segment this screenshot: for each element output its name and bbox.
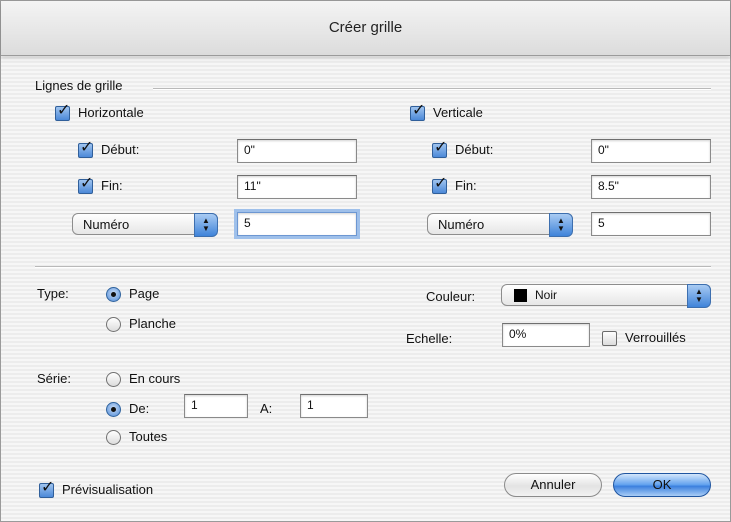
checkmark-icon: ✓ xyxy=(57,100,71,119)
horizontal-start-field[interactable]: 0" xyxy=(237,139,357,163)
series-current-radio[interactable] xyxy=(106,372,121,387)
series-all-radio[interactable] xyxy=(106,430,121,445)
cancel-button[interactable]: Annuler xyxy=(504,473,602,497)
horizontal-label: Horizontale xyxy=(78,105,144,120)
preview-label: Prévisualisation xyxy=(62,482,154,497)
vertical-label: Verticale xyxy=(433,105,483,120)
vertical-start-checkbox[interactable]: ✓ xyxy=(432,139,447,158)
preview-checkbox[interactable]: ✓ xyxy=(39,479,54,498)
popup-arrows-icon: ▲ ▼ xyxy=(194,213,218,237)
vertical-mode-select[interactable]: Numéro ▲ ▼ xyxy=(427,213,573,237)
series-current-label: En cours xyxy=(129,371,181,386)
vertical-start-label: Début: xyxy=(455,142,494,157)
grid-lines-section-label: Lignes de grille xyxy=(35,78,123,93)
type-spread-label: Planche xyxy=(129,316,176,331)
type-label: Type: xyxy=(37,286,69,301)
horizontal-end-field[interactable]: 11" xyxy=(237,175,357,199)
locked-label: Verrouillés xyxy=(625,330,686,345)
type-page-radio[interactable] xyxy=(106,287,121,302)
popup-arrows-icon: ▲ ▼ xyxy=(549,213,573,237)
type-spread-radio[interactable] xyxy=(106,317,121,332)
vertical-checkbox[interactable]: ✓ xyxy=(410,102,425,121)
title-bar: Créer grille xyxy=(1,1,730,56)
series-to-label: A: xyxy=(260,401,273,416)
middle-separator xyxy=(35,266,711,268)
scale-field[interactable]: 0% xyxy=(502,323,590,347)
checkmark-icon: ✓ xyxy=(434,173,448,192)
vertical-end-label: Fin: xyxy=(455,178,477,193)
type-page-label: Page xyxy=(129,286,160,301)
series-all-label: Toutes xyxy=(129,429,168,444)
vertical-start-field[interactable]: 0" xyxy=(591,139,711,163)
series-from-field[interactable]: 1 xyxy=(184,394,248,418)
horizontal-mode-select-value: Numéro xyxy=(83,217,130,232)
checkmark-icon: ✓ xyxy=(412,100,426,119)
color-label: Couleur: xyxy=(426,289,476,304)
series-to-field[interactable]: 1 xyxy=(300,394,368,418)
locked-checkbox[interactable] xyxy=(602,331,617,346)
vertical-end-field[interactable]: 8.5" xyxy=(591,175,711,199)
ok-button[interactable]: OK xyxy=(613,473,711,497)
vertical-mode-select-value: Numéro xyxy=(438,217,485,232)
vertical-count-field[interactable]: 5 xyxy=(591,212,711,236)
vertical-end-checkbox[interactable]: ✓ xyxy=(432,175,447,194)
horizontal-mode-select[interactable]: Numéro ▲ ▼ xyxy=(72,213,218,237)
checkmark-icon: ✓ xyxy=(80,173,94,192)
series-from-label: De: xyxy=(129,401,150,416)
horizontal-end-label: Fin: xyxy=(101,178,123,193)
color-swatch xyxy=(514,289,527,302)
checkmark-icon: ✓ xyxy=(434,137,448,156)
color-select[interactable]: Noir ▲ ▼ xyxy=(501,284,711,308)
create-grid-dialog: Créer grille Lignes de grille ✓ Horizont… xyxy=(0,0,731,522)
grid-lines-separator xyxy=(153,88,711,90)
series-label: Série: xyxy=(37,371,71,386)
horizontal-end-checkbox[interactable]: ✓ xyxy=(78,175,93,194)
horizontal-start-label: Début: xyxy=(101,142,140,157)
scale-label: Echelle: xyxy=(406,331,453,346)
checkmark-icon: ✓ xyxy=(41,477,55,496)
color-select-value: Noir xyxy=(535,288,558,302)
series-from-radio[interactable] xyxy=(106,402,121,417)
popup-arrows-icon: ▲ ▼ xyxy=(687,284,711,308)
checkmark-icon: ✓ xyxy=(80,137,94,156)
horizontal-start-checkbox[interactable]: ✓ xyxy=(78,139,93,158)
horizontal-count-field[interactable]: 5 xyxy=(237,212,357,236)
dialog-title: Créer grille xyxy=(328,19,403,36)
horizontal-checkbox[interactable]: ✓ xyxy=(55,102,70,121)
